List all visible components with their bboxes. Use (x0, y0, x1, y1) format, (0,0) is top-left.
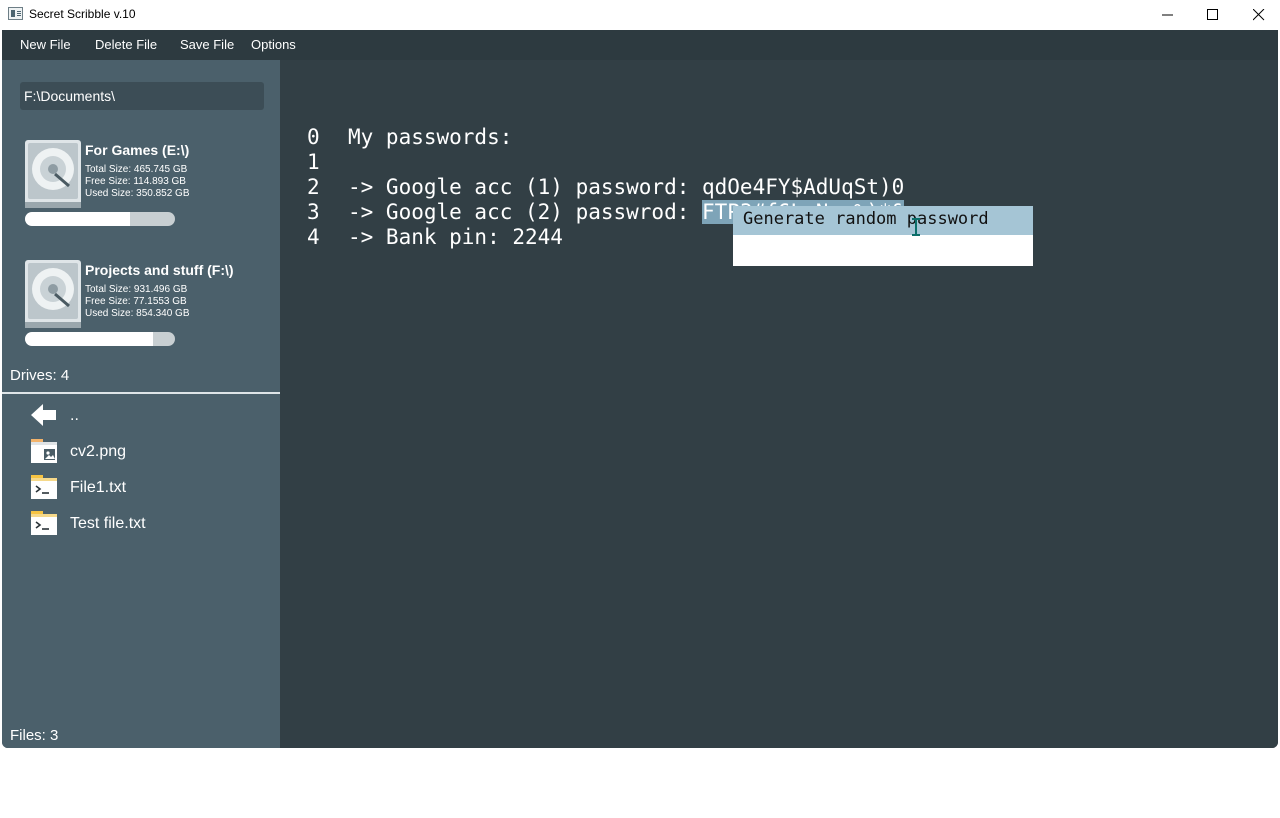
close-button[interactable] (1236, 0, 1280, 30)
drive-name: Projects and stuff (F:\) (85, 262, 234, 278)
files-count: Files: 3 (10, 727, 59, 744)
hard-drive-icon (25, 260, 81, 328)
drive-used-size: Used Size: 854.340 GB (85, 308, 190, 319)
minimize-button[interactable] (1145, 0, 1191, 30)
drive-free-size: Free Size: 114.893 GB (85, 176, 186, 187)
image-file-icon (31, 439, 57, 463)
path-input[interactable] (20, 82, 264, 110)
text-cursor-icon (912, 218, 920, 236)
line-text: -> Google acc (1) password: qdOe4FY$AdUq… (348, 175, 905, 199)
drive-item[interactable]: For Games (E:\) Total Size: 465.745 GB F… (25, 140, 265, 250)
drive-total-size: Total Size: 465.745 GB (85, 164, 188, 175)
file-name: Test file.txt (70, 515, 146, 532)
title-bar: Secret Scribble v.10 (0, 0, 1280, 30)
menu-new-file[interactable]: New File (20, 37, 71, 52)
drive-usage-bar (25, 212, 175, 226)
line-text: My passwords: (348, 125, 513, 149)
context-menu-item-label: Generate random password (743, 209, 989, 229)
text-file-icon (31, 475, 57, 499)
line-number: 4 (307, 225, 320, 249)
text-file-icon (31, 511, 57, 535)
file-name: File1.txt (70, 479, 127, 496)
hard-drive-icon (25, 140, 81, 208)
file-name: cv2.png (70, 443, 127, 460)
drive-item[interactable]: Projects and stuff (F:\) Total Size: 931… (25, 260, 265, 370)
close-icon (1253, 9, 1265, 21)
text-editor[interactable]: 0 My passwords: 1 2 -> Google acc (1) pass… (280, 60, 1278, 748)
line-number: 3 (307, 200, 320, 224)
menu-save-file[interactable]: Save File (180, 37, 234, 52)
file-item[interactable]: Test file.txt (30, 510, 270, 538)
window-title: Secret Scribble v.10 (29, 7, 136, 21)
drive-usage-bar (25, 332, 175, 346)
drive-name: For Games (E:\) (85, 142, 190, 158)
app-icon (8, 7, 23, 20)
file-name: .. (70, 407, 79, 424)
drive-usage-fill (25, 332, 153, 346)
line-text: -> Bank pin: 2244 (348, 225, 563, 249)
drives-count: Drives: 4 (10, 367, 70, 384)
back-arrow-icon (31, 404, 56, 426)
menu-options[interactable]: Options (251, 37, 296, 52)
app-window: New File Delete File Save File Options F… (2, 30, 1278, 748)
line-number: 2 (307, 175, 320, 199)
drive-usage-fill (25, 212, 130, 226)
file-item-parent[interactable]: .. (30, 402, 270, 430)
line-number: 0 (307, 125, 320, 149)
menu-delete-file[interactable]: Delete File (95, 37, 157, 52)
drive-used-size: Used Size: 350.852 GB (85, 188, 190, 199)
file-item[interactable]: File1.txt (30, 474, 270, 502)
sidebar-divider (2, 392, 280, 394)
maximize-button[interactable] (1190, 0, 1236, 30)
editor-line[interactable]: 2 -> Google acc (1) password: qdOe4FY$AdU… (307, 175, 904, 200)
menu-bar: New File Delete File Save File Options (2, 30, 1278, 60)
maximize-icon (1207, 9, 1218, 20)
sidebar: For Games (E:\) Total Size: 465.745 GB F… (2, 60, 280, 748)
context-menu-generate-password[interactable]: Generate random password (733, 206, 1033, 236)
context-menu: Generate random password (733, 206, 1033, 266)
drive-free-size: Free Size: 77.1553 GB (85, 296, 187, 307)
line-text: -> Google acc (2) passwrod: (348, 200, 703, 224)
editor-line[interactable]: 4 -> Bank pin: 2244 (307, 225, 563, 250)
editor-line[interactable]: 0 My passwords: (307, 125, 512, 150)
editor-line[interactable]: 1 (307, 150, 348, 175)
minimize-icon (1162, 14, 1173, 16)
file-item[interactable]: cv2.png (30, 438, 270, 466)
line-number: 1 (307, 150, 320, 174)
drive-total-size: Total Size: 931.496 GB (85, 284, 188, 295)
